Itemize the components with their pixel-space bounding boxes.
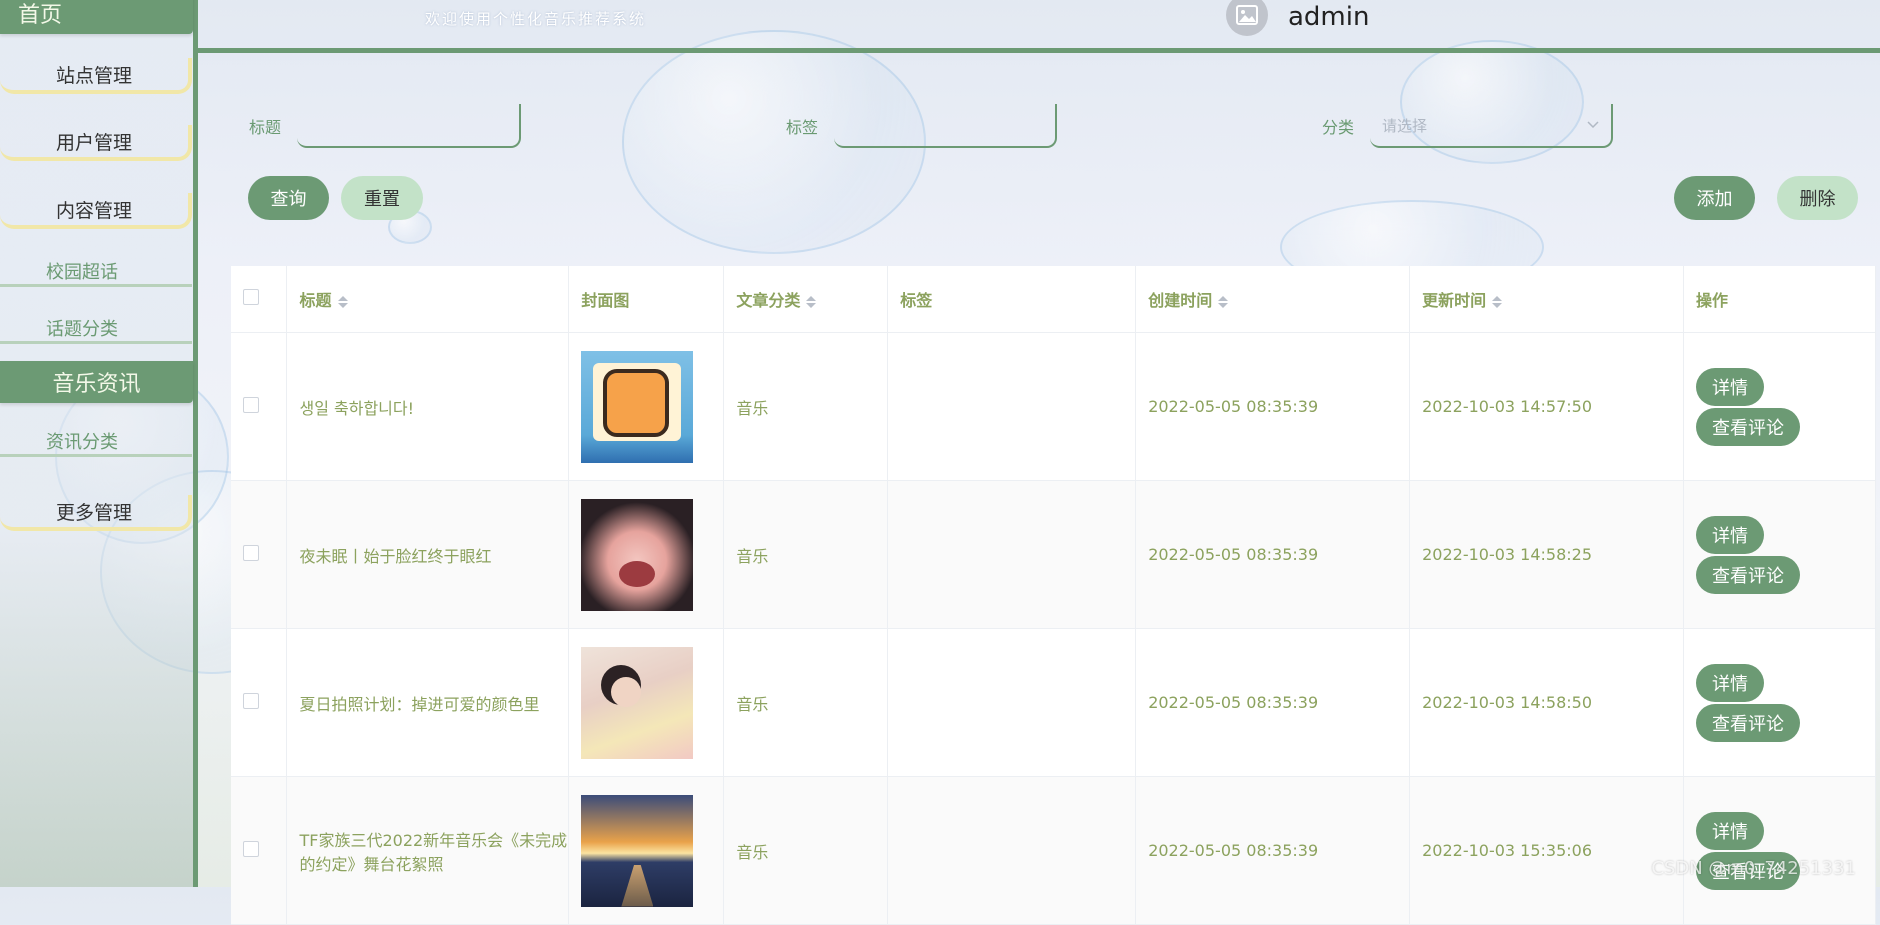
column-header-category[interactable]: 文章分类 — [723, 266, 889, 333]
reset-button[interactable]: 重置 — [341, 176, 423, 220]
table-row: 夏日拍照计划：掉进可爱的颜色里 音乐 2022-05-05 08:35:39 2… — [231, 628, 1876, 777]
row-select-cell — [231, 628, 288, 777]
title-cell: TF家族三代2022新年音乐会《未完成的约定》舞台花絮照 — [286, 776, 570, 925]
sidebar-item-user-management[interactable]: 用户管理 — [0, 125, 192, 161]
cover-cell — [568, 332, 725, 481]
actions-cell: 详情 查看评论 — [1683, 776, 1876, 925]
sidebar-border — [193, 0, 198, 887]
sort-icon[interactable] — [806, 295, 817, 308]
updated-time-cell: 2022-10-03 14:58:50 — [1409, 628, 1684, 777]
cover-image[interactable] — [581, 646, 694, 759]
tag-cell — [887, 628, 1137, 777]
table-row: TF家族三代2022新年音乐会《未完成的约定》舞台花絮照 音乐 2022-05-… — [231, 776, 1876, 925]
category-cell: 音乐 — [723, 332, 889, 481]
column-header-label: 创建时间 — [1148, 291, 1213, 310]
sidebar-item-site-management[interactable]: 站点管理 — [0, 58, 192, 94]
cover-cell — [568, 628, 725, 777]
detail-button[interactable]: 详情 — [1696, 663, 1764, 702]
tag-label: 标签 — [786, 118, 819, 137]
sort-icon[interactable] — [1218, 295, 1229, 308]
table-header-row: 标题 封面图 文章分类 标签 创建时间 更新时间 操作 — [231, 266, 1876, 333]
row-checkbox[interactable] — [243, 692, 259, 709]
title-cell: 夜未眠丨始于脸红终于眼红 — [286, 480, 570, 629]
row-select-cell — [231, 332, 288, 481]
sort-icon[interactable] — [1492, 295, 1503, 308]
title-input[interactable] — [297, 104, 521, 148]
chevron-down-icon — [1587, 121, 1599, 129]
column-header-updated[interactable]: 更新时间 — [1409, 266, 1684, 333]
column-header-cover: 封面图 — [568, 266, 725, 333]
updated-time-cell: 2022-10-03 14:57:50 — [1409, 332, 1684, 481]
column-header-created[interactable]: 创建时间 — [1135, 266, 1411, 333]
actions-cell: 详情 查看评论 — [1683, 480, 1876, 629]
created-time-cell: 2022-05-05 08:35:39 — [1135, 480, 1411, 629]
sidebar-item-campus-topic[interactable]: 校园超话 — [0, 257, 192, 287]
sidebar-item-news-category[interactable]: 资讯分类 — [0, 427, 192, 457]
actions-cell: 详情 查看评论 — [1683, 628, 1876, 777]
detail-button[interactable]: 详情 — [1696, 367, 1764, 406]
column-header-label: 更新时间 — [1422, 291, 1487, 310]
sort-icon[interactable] — [337, 295, 348, 308]
column-header-tag: 标签 — [887, 266, 1137, 333]
category-placeholder: 请选择 — [1382, 116, 1428, 135]
updated-time-cell: 2022-10-03 14:58:25 — [1409, 480, 1684, 629]
cover-image[interactable] — [581, 794, 694, 907]
view-comments-button[interactable]: 查看评论 — [1696, 407, 1800, 446]
watermark: CSDN @m0_74251331 — [1651, 858, 1856, 879]
row-select-cell — [231, 776, 288, 925]
table-row: 夜未眠丨始于脸红终于眼红 音乐 2022-05-05 08:35:39 2022… — [231, 480, 1876, 629]
tag-cell — [887, 332, 1137, 481]
row-checkbox[interactable] — [243, 396, 259, 413]
table-row: 생일 축하합니다! 音乐 2022-05-05 08:35:39 2022-10… — [231, 332, 1876, 481]
detail-button[interactable]: 详情 — [1696, 515, 1764, 554]
tag-input[interactable] — [834, 104, 1057, 148]
view-comments-button[interactable]: 查看评论 — [1696, 703, 1800, 742]
updated-time-cell: 2022-10-03 15:35:06 — [1409, 776, 1684, 925]
username[interactable]: admin — [1288, 2, 1369, 32]
welcome-text: 欢迎使用个性化音乐推荐系统 — [425, 10, 647, 28]
row-checkbox[interactable] — [243, 544, 259, 561]
created-time-cell: 2022-05-05 08:35:39 — [1135, 776, 1411, 925]
title-cell: 夏日拍照计划：掉进可爱的颜色里 — [286, 628, 570, 777]
avatar[interactable] — [1226, 0, 1268, 36]
content-table: 标题 封面图 文章分类 标签 创建时间 更新时间 操作 생일 축하합니다! 音乐… — [231, 266, 1876, 925]
row-select-cell — [231, 480, 288, 629]
created-time-cell: 2022-05-05 08:35:39 — [1135, 332, 1411, 481]
sidebar-item-home[interactable]: 首页 — [0, 0, 193, 34]
category-cell: 音乐 — [723, 628, 889, 777]
cover-cell — [568, 776, 725, 925]
column-header-title[interactable]: 标题 — [286, 266, 570, 333]
category-label: 分类 — [1322, 118, 1355, 137]
category-cell: 音乐 — [723, 776, 889, 925]
column-header-label: 标题 — [299, 291, 332, 310]
sidebar-item-topic-category[interactable]: 话题分类 — [0, 314, 192, 344]
select-all-cell — [231, 266, 288, 333]
column-header-label: 文章分类 — [736, 291, 801, 310]
image-placeholder-icon — [1236, 5, 1258, 25]
select-all-checkbox[interactable] — [243, 289, 259, 305]
actions-cell: 详情 查看评论 — [1683, 332, 1876, 481]
tag-cell — [887, 776, 1137, 925]
created-time-cell: 2022-05-05 08:35:39 — [1135, 628, 1411, 777]
delete-button[interactable]: 删除 — [1777, 176, 1858, 220]
sidebar-item-content-management[interactable]: 内容管理 — [0, 193, 192, 229]
cover-image[interactable] — [581, 350, 694, 463]
title-cell: 생일 축하합니다! — [286, 332, 570, 481]
cover-image[interactable] — [581, 498, 694, 611]
category-cell: 音乐 — [723, 480, 889, 629]
sidebar-section-music-news[interactable]: 音乐资讯 — [0, 361, 193, 403]
detail-button[interactable]: 详情 — [1696, 811, 1764, 850]
category-select[interactable]: 请选择 — [1370, 104, 1613, 148]
header-divider — [198, 48, 1880, 53]
view-comments-button[interactable]: 查看评论 — [1696, 555, 1800, 594]
title-label: 标题 — [249, 118, 282, 137]
tag-cell — [887, 480, 1137, 629]
query-button[interactable]: 查询 — [248, 176, 329, 220]
cover-cell — [568, 480, 725, 629]
column-header-actions: 操作 — [1683, 266, 1876, 333]
row-checkbox[interactable] — [243, 840, 259, 857]
sidebar-item-more-management[interactable]: 更多管理 — [0, 495, 192, 531]
add-button[interactable]: 添加 — [1674, 176, 1755, 220]
